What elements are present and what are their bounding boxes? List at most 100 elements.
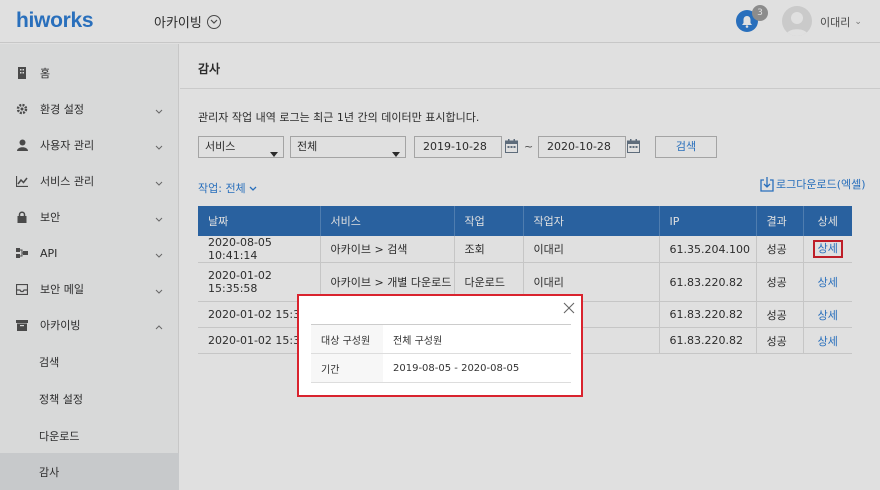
top-bar: hiworks 아카이빙 3 이대리 ⌄ xyxy=(0,0,880,43)
date-from-input[interactable]: 2019-10-28 xyxy=(414,136,502,158)
cell-detail: 상세 xyxy=(803,327,852,354)
cell-result: 성공 xyxy=(756,236,804,263)
chevron-down-icon xyxy=(249,186,257,191)
notification-badge: 3 xyxy=(752,5,768,21)
detail-key: 기간 xyxy=(311,353,383,383)
detail-link[interactable]: 상세 xyxy=(818,309,838,322)
action-filter-dropdown[interactable]: 작업: 전체 xyxy=(198,180,257,196)
sidebar-item-label: 보안 메일 xyxy=(40,283,84,296)
sidebar-item-archiving[interactable]: 아카이빙 xyxy=(0,307,179,343)
column-header-service[interactable]: 서비스 xyxy=(320,206,455,236)
sidebar-item-label: 보안 xyxy=(40,211,61,224)
log-download-button[interactable]: 로그다운로드(엑셀) xyxy=(760,176,866,192)
sidebar-item-label: 사용자 관리 xyxy=(40,139,95,152)
cell-detail: 상세 xyxy=(803,301,852,328)
sidebar-subitem-audit[interactable]: 감사 xyxy=(0,453,179,490)
sidebar-item-home[interactable]: 홈 xyxy=(0,55,179,91)
date-to-input[interactable]: 2020-10-28 xyxy=(538,136,626,158)
detail-popup: 대상 구성원 전체 구성원 기간 2019-08-05 - 2020-08-05 xyxy=(297,294,583,397)
sidebar-item-label: API xyxy=(40,246,58,260)
chevron-down-icon xyxy=(155,176,163,189)
column-header-user[interactable]: 작업자 xyxy=(523,206,660,236)
sidebar-item-security[interactable]: 보안 xyxy=(0,199,179,235)
cell-ip: 61.83.220.82 xyxy=(659,327,757,354)
user-icon xyxy=(16,139,28,151)
chevron-down-icon xyxy=(155,284,163,297)
chevron-down-icon xyxy=(155,212,163,225)
column-header-detail[interactable]: 상세 xyxy=(803,206,852,236)
detail-link[interactable]: 상세 xyxy=(818,335,838,348)
detail-value: 2019-08-05 - 2020-08-05 xyxy=(383,353,571,383)
date-separator: ~ xyxy=(524,140,534,153)
detail-link[interactable]: 상세 xyxy=(812,240,843,258)
cell-result: 성공 xyxy=(756,262,804,302)
building-icon xyxy=(16,67,28,79)
detail-link[interactable]: 상세 xyxy=(818,276,838,289)
chevron-down-icon xyxy=(155,104,163,117)
cell-date: 2020-08-05 10:41:14 xyxy=(198,236,321,263)
search-button[interactable]: 검색 xyxy=(655,136,717,158)
download-icon xyxy=(760,176,774,192)
sidebar-item-label: 홈 xyxy=(40,67,51,80)
gear-icon xyxy=(16,103,28,115)
hiworks-logo[interactable]: hiworks xyxy=(16,9,94,33)
column-header-ip[interactable]: IP xyxy=(659,206,757,236)
sidebar-item-label: 환경 설정 xyxy=(40,103,84,116)
cell-detail: 상세 xyxy=(803,236,852,263)
lock-icon xyxy=(16,211,28,223)
sidebar-item-users[interactable]: 사용자 관리 xyxy=(0,127,179,163)
service-select[interactable]: 서비스 xyxy=(198,136,284,158)
detail-popup-table: 대상 구성원 전체 구성원 기간 2019-08-05 - 2020-08-05 xyxy=(311,324,571,383)
cell-service: 아카이브 > 검색 xyxy=(320,236,455,263)
chart-icon xyxy=(16,175,28,187)
sidebar-item-secure-mail[interactable]: 보안 메일 xyxy=(0,271,179,307)
sidebar-subitem-download[interactable]: 다운로드 xyxy=(0,417,179,454)
sidebar-subitem-search[interactable]: 검색 xyxy=(0,343,179,380)
sidebar-item-service-management[interactable]: 서비스 관리 xyxy=(0,163,179,199)
scope-select-value: 전체 xyxy=(297,140,318,153)
detail-row: 기간 2019-08-05 - 2020-08-05 xyxy=(311,353,571,383)
chevron-down-icon xyxy=(392,144,400,164)
sidebar-subitem-policy[interactable]: 정책 설정 xyxy=(0,380,179,417)
cell-ip: 61.83.220.82 xyxy=(659,262,757,302)
avatar[interactable] xyxy=(782,6,812,36)
user-avatar-icon xyxy=(786,12,808,36)
api-icon xyxy=(16,247,28,259)
sidebar-item-settings[interactable]: 환경 설정 xyxy=(0,91,179,127)
chevron-down-icon: ⌄ xyxy=(854,17,862,27)
scope-select[interactable]: 전체 xyxy=(290,136,406,158)
archive-icon xyxy=(16,319,28,331)
column-header-date[interactable]: 날짜 xyxy=(198,206,321,236)
main-content: 감사 관리자 작업 내역 로그는 최근 1년 간의 데이터만 표시합니다. 서비… xyxy=(180,44,880,490)
bell-icon xyxy=(742,15,752,28)
detail-row: 대상 구성원 전체 구성원 xyxy=(311,324,571,354)
chevron-down-icon xyxy=(270,144,278,164)
cell-ip: 61.83.220.82 xyxy=(659,301,757,328)
service-select-value: 서비스 xyxy=(205,140,236,153)
close-icon[interactable] xyxy=(563,302,575,314)
calendar-icon[interactable] xyxy=(505,139,518,153)
column-header-result[interactable]: 결과 xyxy=(756,206,804,236)
chevron-down-icon xyxy=(206,14,221,29)
sidebar-item-label: 아카이빙 xyxy=(40,319,81,332)
cell-detail: 상세 xyxy=(803,262,852,302)
cell-result: 성공 xyxy=(756,301,804,328)
cell-ip: 61.35.204.100 xyxy=(659,236,757,263)
cell-user: 이대리 xyxy=(523,236,660,263)
table-row: 2020-08-05 10:41:14 아카이브 > 검색 조회 이대리 61.… xyxy=(198,236,852,263)
sidebar-item-api[interactable]: API xyxy=(0,235,179,271)
user-name: 이대리 xyxy=(820,16,851,29)
chevron-up-icon xyxy=(155,320,163,333)
log-download-label: 로그다운로드(엑셀) xyxy=(776,178,866,191)
calendar-icon[interactable] xyxy=(627,139,640,153)
notice-text: 관리자 작업 내역 로그는 최근 1년 간의 데이터만 표시합니다. xyxy=(198,111,480,124)
page-title: 감사 xyxy=(198,62,221,76)
detail-value: 전체 구성원 xyxy=(383,324,571,354)
user-menu[interactable]: 이대리 ⌄ xyxy=(820,14,862,30)
chevron-down-icon xyxy=(155,140,163,153)
app-switcher[interactable]: 아카이빙 xyxy=(154,12,221,31)
column-header-action[interactable]: 작업 xyxy=(454,206,524,236)
divider xyxy=(180,88,880,89)
table-header-row: 날짜 서비스 작업 작업자 IP 결과 상세 xyxy=(198,206,852,236)
sidebar: 홈 환경 설정 사용자 관리 서비스 관리 보안 API 보안 메일 아카이빙 … xyxy=(0,44,179,490)
